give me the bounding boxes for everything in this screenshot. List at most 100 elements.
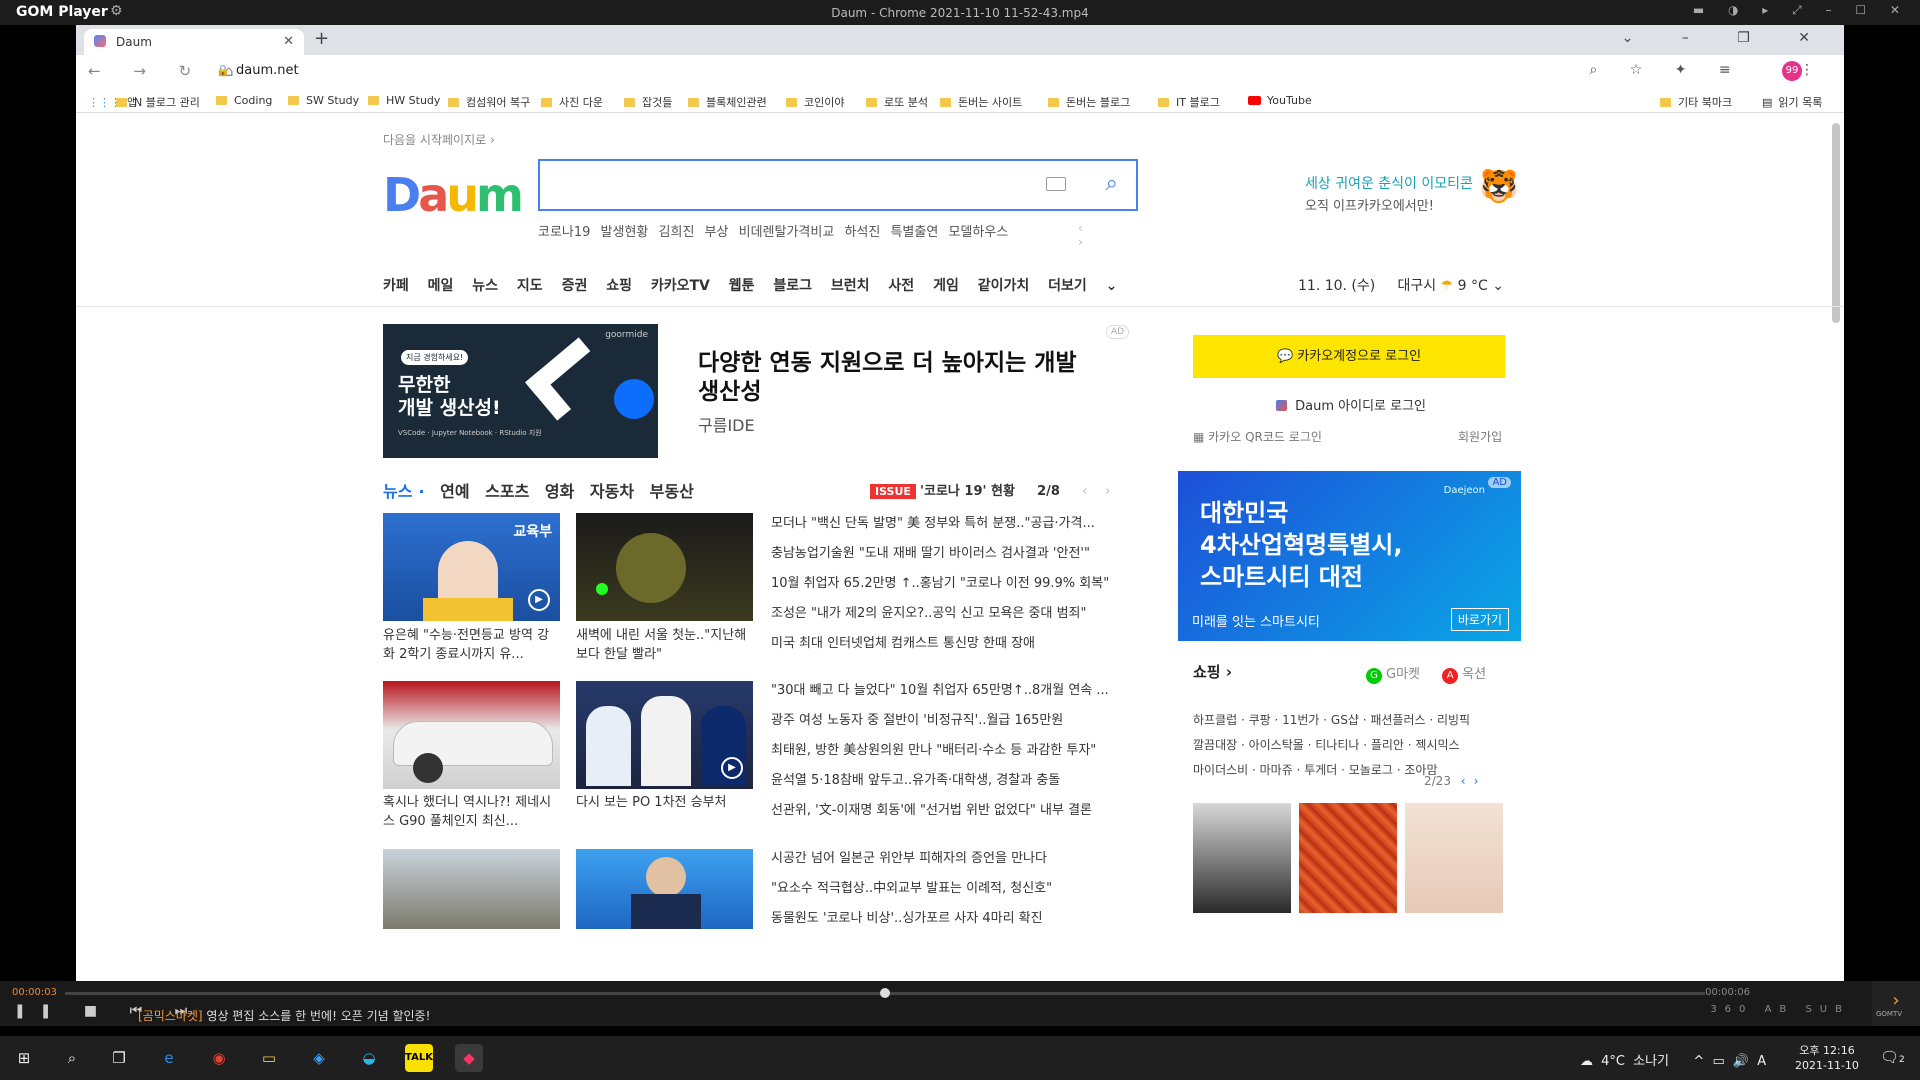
bookmark-item[interactable]: IT 블로그: [1158, 94, 1220, 110]
issue-ticker[interactable]: ISSUE '코로나 19' 현황 2/8 ‹›: [870, 480, 1128, 499]
play-icon[interactable]: ▶: [528, 589, 550, 611]
menu-item[interactable]: 카카오TV: [651, 278, 710, 294]
tab-realestate[interactable]: 부동산: [650, 482, 694, 501]
search-icon[interactable]: ⌕: [1106, 171, 1118, 196]
gom-window-controls[interactable]: ▬ ◑ ▸ ⤢ – ☐ ✕: [1693, 3, 1910, 18]
bookmark-item[interactable]: HW Study: [368, 94, 440, 107]
banner-headline[interactable]: 다양한 연동 지원으로 더 높아지는 개발 생산성 구름IDE: [698, 349, 1098, 440]
chrome-icon[interactable]: ◉: [205, 1044, 233, 1072]
system-tray[interactable]: ☁ 4°C 소나기 ^ ▭ 🔊 A: [1580, 1050, 1766, 1069]
tab-entertainment[interactable]: 연예: [440, 482, 469, 501]
menu-item[interactable]: 브런치: [831, 278, 870, 294]
start-page-link[interactable]: 다음을 시작페이지로 ›: [383, 131, 495, 148]
smartcity-ad[interactable]: AD Daejeon 대한민국 4차산업혁명특별시, 스마트시티 대전 미래를 …: [1178, 471, 1521, 641]
url-field[interactable]: daum.net: [236, 63, 299, 78]
keyword-arrows[interactable]: ‹ ›: [1078, 221, 1083, 249]
tab-news[interactable]: 뉴스: [383, 482, 412, 501]
thumb-baseball[interactable]: ▶: [576, 681, 753, 789]
tab-sports[interactable]: 스포츠: [485, 482, 529, 501]
menu-item[interactable]: 카페: [383, 278, 409, 294]
gom-right-icons[interactable]: 360 AB SUB: [1710, 1004, 1850, 1015]
explorer-icon[interactable]: ▭: [255, 1044, 283, 1072]
news-item[interactable]: "30대 빼고 다 늘었다" 10월 취업자 65만명↑..8개월 연속 ...: [771, 676, 1141, 706]
gmarket-link[interactable]: G마켓: [1386, 667, 1420, 682]
shop-links[interactable]: 하프클럽 · 쿠팡 · 11번가 · GS샵 · 패션플러스 · 리빙픽: [1193, 711, 1470, 728]
bookmark-item[interactable]: 로또 분석: [866, 94, 928, 110]
menu-item[interactable]: 쇼핑: [606, 278, 632, 294]
seek-knob[interactable]: [880, 988, 890, 998]
task-view-icon[interactable]: ❐: [105, 1044, 133, 1072]
bookmark-item[interactable]: 블록체인관련: [688, 94, 767, 110]
profile-avatar[interactable]: 99: [1782, 61, 1802, 81]
hot-keyword[interactable]: 하석진 특별출연: [844, 225, 938, 240]
thumb-education[interactable]: 교육부 ▶: [383, 513, 560, 621]
news-item[interactable]: 모더나 "백신 단독 발명" 美 정부와 특허 분쟁.."공급·가격...: [771, 509, 1141, 539]
menu-item[interactable]: 메일: [428, 278, 454, 294]
daum-logo[interactable]: Daum: [383, 168, 524, 222]
bookmark-item[interactable]: 돈버는 블로그: [1048, 94, 1130, 110]
news-item[interactable]: 미국 최대 인터넷업체 컴캐스트 통신망 한때 장애: [771, 629, 1141, 659]
menu-item[interactable]: 게임: [933, 278, 959, 294]
kakao-login-button[interactable]: 💬 카카오계정으로 로그인: [1193, 335, 1505, 378]
ie-icon[interactable]: e: [155, 1044, 183, 1072]
shop-arrows[interactable]: ‹›: [1461, 774, 1487, 788]
menu-item[interactable]: 블로그: [773, 278, 812, 294]
bookmark-item[interactable]: N 블로그 관리: [116, 94, 200, 110]
bookmark-item[interactable]: 사진 다운: [541, 94, 603, 110]
shopping-title[interactable]: 쇼핑 ›: [1193, 661, 1232, 682]
tab-movie[interactable]: 영화: [545, 482, 574, 501]
news-item[interactable]: 충남농업기술원 "도내 재배 딸기 바이러스 검사결과 '안전'": [771, 539, 1141, 569]
close-icon[interactable]: ✕: [283, 34, 294, 49]
smartcity-button[interactable]: 바로가기: [1450, 608, 1509, 631]
bookmark-item[interactable]: 코인이야: [786, 94, 844, 110]
goorm-banner[interactable]: goormide 지금 경험하세요! 무한한 개발 생산성! VSCode · …: [383, 324, 658, 458]
gomtv-button[interactable]: › GOMTV: [1872, 981, 1920, 1026]
thumb-caption[interactable]: 다시 보는 PO 1차전 승부처: [576, 793, 753, 812]
menu-item[interactable]: 같이가치: [978, 278, 1030, 294]
teamviewer-icon[interactable]: ◈: [305, 1044, 333, 1072]
bookmark-item[interactable]: 잡것들: [624, 94, 672, 110]
news-item[interactable]: 선관위, '文-이재명 회동'에 "선거법 위반 없었다" 내부 결론: [771, 796, 1141, 826]
search-icon[interactable]: ⌕: [58, 1044, 86, 1072]
menu-item[interactable]: 지도: [517, 278, 543, 294]
lock-icon[interactable]: 🔒: [216, 64, 230, 77]
thumb-caption[interactable]: 새벽에 내린 서울 첫눈.."지난해보다 한달 빨라": [576, 626, 753, 664]
windows-start-icon[interactable]: ⊞: [10, 1044, 38, 1072]
edge-icon[interactable]: ◒: [355, 1044, 383, 1072]
search-box[interactable]: ⌕: [538, 159, 1138, 211]
news-item[interactable]: 최태원, 방한 美상원의원 만나 "배터리·수소 등 과감한 투자": [771, 736, 1141, 766]
date-weather[interactable]: 11. 10. (수) 대구시 ☂ 9 °C ⌄: [1298, 275, 1504, 295]
menu-item[interactable]: 웹툰: [729, 278, 755, 294]
join-link[interactable]: 회원가입: [1458, 428, 1502, 445]
clock[interactable]: 오후 12:16 2021-11-10: [1795, 1043, 1859, 1073]
shop-product[interactable]: [1193, 803, 1291, 913]
top-right-ad[interactable]: 세상 귀여운 춘식이 이모티콘 오직 이프카카오에서만! 🐯: [1305, 167, 1519, 214]
auction-link[interactable]: 옥션: [1462, 667, 1486, 682]
menu-item[interactable]: 뉴스: [472, 278, 498, 294]
news-item[interactable]: 윤석열 5·18참배 앞두고..유가족·대학생, 경찰과 충돌: [771, 766, 1141, 796]
thumb-politician[interactable]: [576, 849, 753, 929]
thumb-snow[interactable]: [576, 513, 753, 621]
hot-keyword[interactable]: 김희진 부상: [659, 225, 729, 240]
keyboard-icon[interactable]: [1046, 177, 1066, 191]
daum-login-link[interactable]: Daum 아이디로 로그인: [1276, 395, 1426, 414]
window-controls[interactable]: ⌄ – ❐ ✕: [1622, 30, 1832, 46]
thumb-car[interactable]: [383, 681, 560, 789]
new-tab-button[interactable]: +: [314, 28, 329, 49]
bookmark-item[interactable]: SW Study: [288, 94, 359, 107]
qr-login-link[interactable]: ▦ 카카오 QR코드 로그인: [1193, 428, 1322, 445]
shop-links[interactable]: 마이더스비 · 마마쥬 · 투게더 · 모놀로그 · 조아맘: [1193, 761, 1438, 778]
hot-keyword[interactable]: 모델하우스: [948, 225, 1008, 240]
bookmark-youtube[interactable]: YouTube: [1248, 94, 1312, 107]
marquee[interactable]: [곰믹스마켓] 영상 편집 소스를 한 번에! 오픈 기념 할인중!: [138, 1007, 430, 1024]
play-icon[interactable]: ▶: [721, 757, 743, 779]
menu-item-more[interactable]: 더보기 ⌄: [1048, 278, 1117, 294]
thumb-crowd[interactable]: [383, 849, 560, 929]
news-item[interactable]: 동물원도 '코로나 비상'..싱가포르 사자 4마리 확진: [771, 904, 1141, 934]
tab-daum[interactable]: Daum ✕: [84, 29, 304, 55]
news-item[interactable]: "요소수 적극협상..中외교부 발표는 이례적, 청신호": [771, 874, 1141, 904]
news-item[interactable]: 10월 취업자 65.2만명 ↑..홍남기 "코로나 이전 99.9% 회복": [771, 569, 1141, 599]
issue-arrows[interactable]: ‹›: [1082, 484, 1128, 499]
bookmark-item[interactable]: 돈버는 사이트: [940, 94, 1022, 110]
tab-car[interactable]: 자동차: [590, 482, 634, 501]
